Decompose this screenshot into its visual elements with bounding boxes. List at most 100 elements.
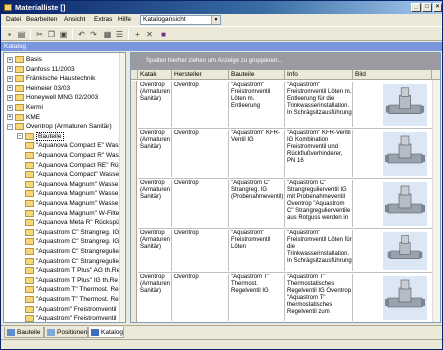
expand-icon[interactable]: + (7, 66, 13, 73)
maximize-button[interactable]: □ (422, 3, 432, 12)
tree-item-label: "Aquanova Magnum" Wasse (36, 200, 119, 207)
list-view-icon[interactable]: ☰ (114, 29, 125, 40)
tree-item-part[interactable]: "Aquastrom T Plus" AG th.Re (4, 266, 120, 275)
cut-icon[interactable]: ✂ (34, 29, 45, 40)
table-row[interactable]: Oventrop (Armaturen Sanitär) Oventrop "Aqu… (138, 273, 432, 322)
menu-datei[interactable]: Datei (3, 14, 24, 26)
tree-item-part[interactable]: "Aquanova Magnum" Wasse (4, 199, 119, 208)
cell-bauteile: "Aquastrom C" Strangreg. IG (Probenahmev… (229, 180, 285, 227)
tree-scrollbar[interactable] (119, 53, 125, 322)
tree-item-part[interactable]: "Aquastrom" Freistromventil (4, 314, 119, 322)
tree-item-part[interactable]: "Aquastrom T" Thermost. Re (4, 285, 119, 294)
minimize-button[interactable]: _ (411, 3, 421, 12)
column-header-hersteller[interactable]: Hersteller (172, 70, 229, 80)
tree-item-part[interactable]: "Aquastrom C" Strangregulie (4, 257, 119, 266)
row-selector[interactable] (131, 273, 137, 322)
tree-item-part[interactable]: "Aquanova Magnum" W-Filte (4, 209, 119, 218)
table-row[interactable]: Oventrop (Armaturen Sanitär) Oventrop "Aqu… (138, 129, 432, 179)
tree-item-part[interactable]: "Aquanova Magnum" Wasse (4, 189, 119, 198)
tree-item-part[interactable]: "Aquanova Compact E" Wass (4, 141, 122, 150)
tree-item-label: Heimeier 03/03 (26, 84, 71, 92)
tree-item-part[interactable]: "Aquastrom T Plus" IG th.Re (4, 276, 119, 285)
tree-item-part[interactable]: "Aquastrom C" Strangregulie (4, 247, 119, 256)
expand-icon[interactable]: + (7, 104, 13, 111)
grid-view-icon[interactable]: ▦ (102, 29, 113, 40)
toolbar-separator (30, 29, 31, 40)
collapse-icon[interactable]: − (7, 123, 13, 130)
grid-scrollbar[interactable] (432, 80, 440, 322)
delete-icon[interactable]: ✕ (144, 29, 155, 40)
menu-extras[interactable]: Extras (91, 14, 115, 26)
tree-item-label: "Aquanova Compact" Wasse (36, 171, 120, 179)
tree-item[interactable]: + Danfoss 11/2003 (4, 65, 119, 74)
view-select[interactable]: Katalogansicht ▼ (140, 15, 221, 25)
tab-katalog[interactable]: Katalog (88, 327, 124, 338)
row-selector[interactable] (131, 229, 137, 273)
tab-bauteile[interactable]: Bauteile (4, 327, 44, 338)
tree-item-part[interactable]: "Aquanova Compact RE" Rück (4, 161, 125, 170)
app-window: Materialliste [] _ □ × Datei Bearbeiten … (0, 0, 443, 350)
paste-icon[interactable]: ▣ (58, 29, 69, 40)
tree-item[interactable]: + Honeywell MNG 02/2003 (4, 93, 119, 102)
book-icon[interactable]: ■ (158, 29, 169, 40)
tree-item-part[interactable]: "Aquanova Meta R" Rückspü (4, 218, 120, 227)
tree-item[interactable]: + Fränkische Haustechnik (4, 74, 119, 83)
tree-item-part[interactable]: "Aquastrom" Freistromventil (4, 305, 119, 314)
expand-icon[interactable]: + (7, 94, 13, 101)
folder-icon (15, 75, 24, 83)
table-row[interactable]: Oventrop (Armaturen Sanitär) Oventrop "Aqu… (138, 179, 432, 229)
menu-hilfe[interactable]: Hilfe (115, 14, 134, 26)
folder-icon (25, 180, 34, 188)
tree-item[interactable]: + Heimeier 03/03 (4, 84, 119, 93)
undo-icon[interactable]: ↶ (76, 29, 87, 40)
tree-item-part[interactable]: "Aquanova Compact R" Wass (4, 151, 122, 160)
tree-item[interactable]: + KME (4, 113, 119, 122)
table-row[interactable]: Oventrop (Armaturen Sanitär) Oventrop "Aqu… (138, 81, 432, 129)
cell-bauteile: "Aquastrom" KFR-Ventil IG (229, 130, 285, 177)
expand-icon[interactable]: + (7, 114, 13, 121)
save-icon[interactable]: ▪ (4, 29, 15, 40)
expand-icon[interactable]: + (7, 75, 13, 82)
column-header-bild[interactable]: Bild (353, 70, 432, 80)
menu-bearbeiten[interactable]: Bearbeiten (23, 14, 60, 26)
folder-icon (15, 123, 24, 131)
tree-item-label: Bauteile (36, 131, 64, 141)
row-selector[interactable] (131, 179, 137, 229)
close-button[interactable]: × (433, 3, 442, 12)
column-header-bauteile[interactable]: Bauteile (229, 70, 285, 80)
tab-positionen[interactable]: Positionen (44, 327, 88, 338)
tree-item-part[interactable]: "Aquanova Compact" Wasse (4, 170, 119, 179)
column-header-info[interactable]: Info (285, 70, 353, 80)
table-row[interactable]: Oventrop (Armaturen Sanitär) Oventrop "Aqu… (138, 229, 432, 273)
row-selector[interactable] (131, 81, 137, 129)
tree-item-part[interactable]: "Aquastrom C" Strangreg. IG (4, 228, 119, 237)
tree-item-part[interactable]: "Aquastrom T" Thermost. Re (4, 295, 119, 304)
folder-icon (15, 113, 24, 121)
tree-item-part[interactable]: "Aquanova Magnum" Wasse (4, 180, 119, 189)
cell-katalog: Oventrop (Armaturen Sanitär) (138, 130, 172, 177)
redo-icon[interactable]: ↷ (88, 29, 99, 40)
folder-icon (15, 104, 24, 111)
group-by-area[interactable]: Spalten hierher ziehen um Anzeige zu gru… (131, 53, 440, 70)
collapse-icon[interactable]: − (17, 133, 23, 140)
copy-icon[interactable]: ❐ (46, 29, 57, 40)
expand-icon[interactable]: + (7, 85, 13, 92)
add-icon[interactable]: + (132, 29, 143, 40)
folder-icon (25, 248, 34, 255)
tree-item[interactable]: + Basis (4, 55, 119, 64)
tree-item-label: "Aquastrom T" Thermost. Re (36, 296, 119, 303)
tree-item[interactable]: − Bauteile (4, 131, 119, 141)
tree-item-part[interactable]: "Aquastrom C" Strangreg. IG (4, 237, 119, 246)
cell-info: "Aquastrom C" Strangregulierventil IG mi… (285, 180, 353, 227)
tree-item[interactable]: − Oventrop (Armaturen Sanitär) (4, 122, 119, 131)
row-selector[interactable] (131, 129, 137, 179)
print-icon[interactable]: ▤ (16, 29, 27, 40)
valve-product-image (383, 276, 427, 320)
tree-item[interactable]: + Kermi (4, 103, 119, 112)
menu-ansicht[interactable]: Ansicht (61, 14, 88, 26)
column-header-katalog[interactable]: Katak (138, 70, 172, 80)
tree-item-label: "Aquastrom" Freistromventil (36, 305, 117, 313)
toolbar-separator (128, 29, 129, 40)
expand-icon[interactable]: + (7, 56, 13, 63)
chevron-down-icon[interactable]: ▼ (211, 16, 220, 24)
